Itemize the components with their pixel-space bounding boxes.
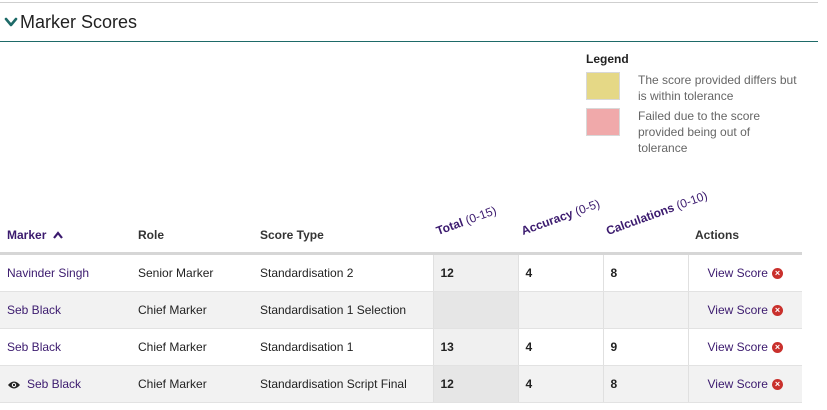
- marker-link[interactable]: Seb Black: [7, 340, 61, 354]
- column-label-marker: Marker: [7, 228, 47, 242]
- column-label-score-type: Score Type: [260, 228, 324, 242]
- legend-item-out-of-tolerance: Failed due to the score provided being o…: [586, 108, 816, 156]
- legend-swatch-out-of-tolerance: [586, 108, 620, 136]
- calculations-cell: [603, 291, 689, 329]
- column-header-total[interactable]: Total (0-15): [433, 186, 518, 254]
- legend: Legend The score provided differs but is…: [586, 52, 816, 156]
- legend-title: Legend: [586, 52, 629, 66]
- x-circle-icon[interactable]: ×: [771, 378, 783, 390]
- table-header-row: Marker Role Score Type Total (0-15) Accu…: [0, 186, 802, 254]
- marker-link[interactable]: Navinder Singh: [7, 266, 89, 280]
- accuracy-cell: 4: [518, 365, 604, 403]
- view-score-link[interactable]: View Score ×: [708, 377, 783, 391]
- view-score-label: View Score: [707, 266, 768, 280]
- role-cell: Chief Marker: [131, 291, 253, 329]
- marker-link[interactable]: Seb Black: [7, 303, 61, 317]
- marker-cell: Navinder Singh: [0, 253, 131, 292]
- view-score-label: View Score: [707, 377, 768, 391]
- column-header-actions: Actions: [688, 186, 802, 254]
- column-label-total: Total: [434, 215, 466, 238]
- marker-cell: Seb Black: [0, 365, 131, 403]
- actions-cell: View Score ×: [688, 253, 802, 292]
- total-cell: [432, 291, 519, 329]
- column-label-calculations: Calculations: [604, 200, 677, 238]
- eye-icon: [8, 381, 20, 389]
- role-cell: Chief Marker: [131, 365, 253, 403]
- accuracy-cell: 4: [518, 253, 604, 292]
- column-label-actions: Actions: [695, 228, 740, 242]
- actions-cell: View Score ×: [688, 328, 802, 366]
- accuracy-cell: [518, 291, 604, 329]
- calculations-cell: 8: [603, 365, 689, 403]
- x-circle-icon[interactable]: ×: [771, 341, 783, 353]
- marker-sort-link[interactable]: Marker: [7, 228, 63, 242]
- section-title: Marker Scores: [20, 12, 138, 32]
- total-cell: 13: [432, 328, 519, 366]
- chevron-down-icon[interactable]: [4, 15, 18, 29]
- role-cell: Senior Marker: [131, 253, 253, 292]
- score-type-cell: Standardisation 2: [253, 253, 433, 292]
- x-circle-icon[interactable]: ×: [771, 267, 783, 279]
- column-header-marker[interactable]: Marker: [0, 186, 131, 254]
- table-row: Navinder Singh Senior Marker Standardisa…: [0, 253, 802, 292]
- legend-swatch-within-tolerance: [586, 72, 620, 100]
- legend-item-within-tolerance: The score provided differs but is within…: [586, 72, 816, 108]
- actions-cell: View Score ×: [688, 291, 802, 329]
- column-header-score-type: Score Type: [253, 186, 433, 254]
- column-label-role: Role: [138, 228, 165, 242]
- accuracy-sort-link[interactable]: Accuracy (0-5): [519, 197, 602, 238]
- actions-cell: View Score ×: [688, 365, 802, 403]
- legend-text-within-tolerance: The score provided differs but is within…: [638, 73, 797, 103]
- score-type-cell: Standardisation 1: [253, 328, 433, 366]
- total-cell: 12: [432, 365, 519, 403]
- column-range-accuracy: (0-5): [573, 196, 602, 219]
- legend-text-out-of-tolerance: Failed due to the score provided being o…: [638, 109, 761, 155]
- column-header-role: Role: [131, 186, 253, 254]
- view-score-link[interactable]: View Score ×: [708, 266, 783, 280]
- table-row: Seb Black Chief Marker Standardisation 1…: [0, 291, 802, 329]
- column-header-accuracy[interactable]: Accuracy (0-5): [518, 186, 603, 254]
- role-cell: Chief Marker: [131, 328, 253, 366]
- marker-cell: Seb Black: [0, 291, 131, 329]
- table-row: Seb Black Chief Marker Standardisation S…: [0, 365, 802, 403]
- view-score-label: View Score: [707, 303, 768, 317]
- marker-link[interactable]: Seb Black: [27, 377, 81, 391]
- column-range-total: (0-15): [463, 203, 499, 228]
- total-cell: 12: [432, 253, 519, 292]
- view-score-link[interactable]: View Score ×: [708, 340, 783, 354]
- x-circle-icon[interactable]: ×: [771, 304, 783, 316]
- accuracy-cell: 4: [518, 328, 604, 366]
- column-header-calculations[interactable]: Calculations (0-10): [603, 186, 709, 254]
- score-type-cell: Standardisation 1 Selection: [253, 291, 433, 329]
- total-sort-link[interactable]: Total (0-15): [434, 203, 498, 238]
- view-score-label: View Score: [707, 340, 768, 354]
- section-header[interactable]: Marker Scores: [0, 3, 818, 42]
- table-row: Seb Black Chief Marker Standardisation 1…: [0, 328, 802, 366]
- score-type-cell: Standardisation Script Final: [253, 365, 433, 403]
- calculations-cell: 9: [603, 328, 689, 366]
- sort-up-icon: [52, 231, 63, 239]
- calculations-cell: 8: [603, 253, 689, 292]
- marker-cell: Seb Black: [0, 328, 131, 366]
- marker-scores-table: Marker Role Score Type Total (0-15) Accu…: [0, 186, 802, 403]
- view-score-link[interactable]: View Score ×: [708, 303, 783, 317]
- column-label-accuracy: Accuracy: [519, 206, 575, 238]
